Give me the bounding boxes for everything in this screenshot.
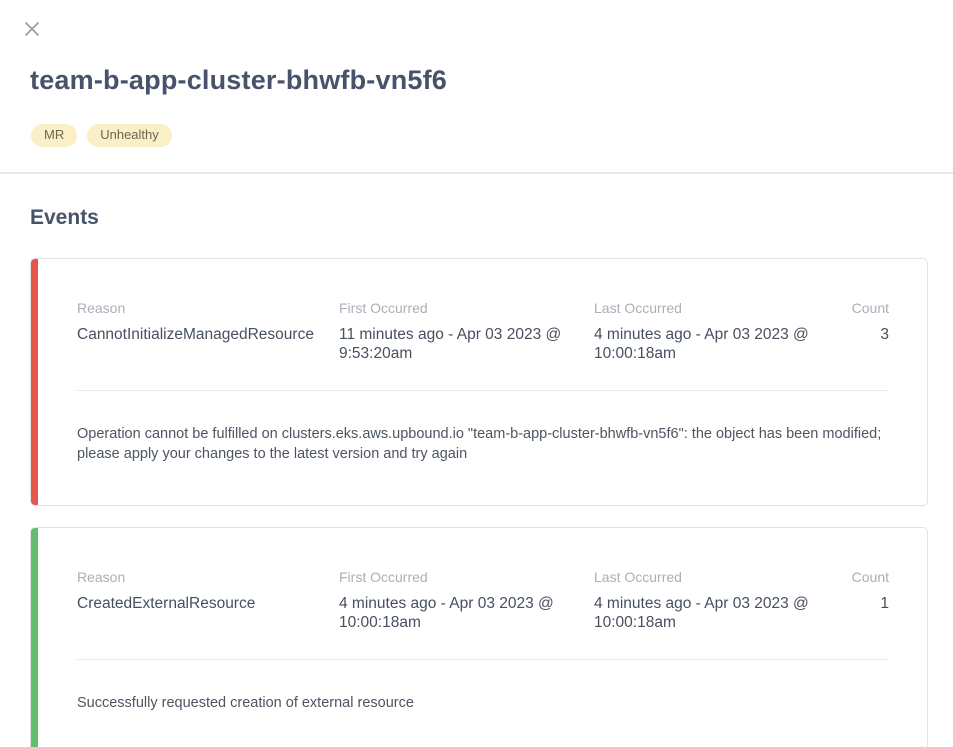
event-header-row: Reason CreatedExternalResource First Occ… — [77, 569, 889, 633]
event-last-occurred: 4 minutes ago - Apr 03 2023 @ 10:00:18am — [594, 594, 849, 633]
event-card-divider — [77, 659, 889, 660]
event-card-list: Reason CannotInitializeManagedResource F… — [30, 258, 928, 747]
event-first-occurred: 11 minutes ago - Apr 03 2023 @ 9:53:20am — [339, 325, 594, 364]
kind-badge: MR — [31, 124, 77, 147]
first-occurred-column-header: First Occurred — [339, 569, 594, 585]
event-message: Successfully requested creation of exter… — [77, 693, 887, 714]
event-header-row: Reason CannotInitializeManagedResource F… — [77, 300, 889, 364]
reason-column-header: Reason — [77, 300, 339, 316]
event-last-occurred: 4 minutes ago - Apr 03 2023 @ 10:00:18am — [594, 325, 849, 364]
event-message: Operation cannot be fulfilled on cluster… — [77, 424, 887, 465]
event-status-strip — [31, 259, 38, 505]
header-divider — [0, 172, 953, 174]
badge-row: MR Unhealthy — [31, 124, 172, 147]
last-occurred-column-header: Last Occurred — [594, 569, 849, 585]
close-button[interactable] — [23, 20, 41, 38]
event-first-occurred: 4 minutes ago - Apr 03 2023 @ 10:00:18am — [339, 594, 594, 633]
close-icon — [23, 20, 41, 38]
event-card: Reason CreatedExternalResource First Occ… — [30, 527, 928, 747]
event-count: 1 — [849, 594, 889, 613]
event-reason: CreatedExternalResource — [77, 594, 339, 613]
resource-title: team-b-app-cluster-bhwfb-vn5f6 — [30, 65, 447, 96]
events-section-title: Events — [30, 206, 99, 230]
last-occurred-column-header: Last Occurred — [594, 300, 849, 316]
event-reason: CannotInitializeManagedResource — [77, 325, 339, 344]
event-card: Reason CannotInitializeManagedResource F… — [30, 258, 928, 506]
event-status-strip — [31, 528, 38, 747]
count-column-header: Count — [849, 569, 889, 585]
health-status-badge: Unhealthy — [87, 124, 172, 147]
first-occurred-column-header: First Occurred — [339, 300, 594, 316]
count-column-header: Count — [849, 300, 889, 316]
reason-column-header: Reason — [77, 569, 339, 585]
resource-detail-panel: team-b-app-cluster-bhwfb-vn5f6 MR Unheal… — [0, 0, 953, 747]
event-count: 3 — [849, 325, 889, 344]
event-card-divider — [77, 390, 889, 391]
